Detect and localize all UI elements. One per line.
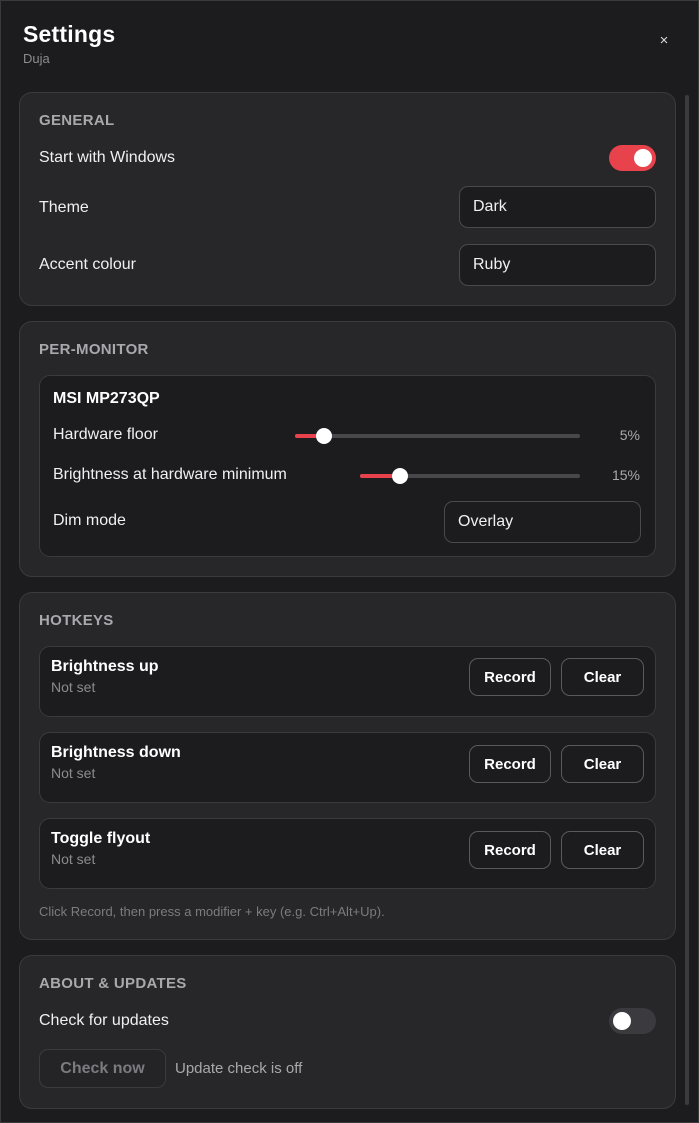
theme-select[interactable]: Dark xyxy=(459,186,656,228)
hotkeys-section-title: HOTKEYS xyxy=(39,612,114,629)
hotkey-status: Not set xyxy=(51,765,96,781)
about-section-title: ABOUT & UPDATES xyxy=(39,975,187,992)
start-with-windows-label: Start with Windows xyxy=(39,149,176,166)
brightness-min-slider[interactable] xyxy=(360,468,580,484)
dim-mode-value: Overlay xyxy=(458,513,514,530)
check-updates-label: Check for updates xyxy=(39,1012,169,1029)
monitor-panel: MSI MP273QP Hardware floor 5% Brightness… xyxy=(39,375,656,557)
close-icon[interactable]: × xyxy=(655,32,673,50)
slider-thumb[interactable] xyxy=(391,468,408,484)
slider-track xyxy=(295,434,580,438)
brightness-min-label: Brightness at hardware minimum xyxy=(53,466,287,483)
accent-colour-select[interactable]: Ruby xyxy=(459,244,656,286)
dim-mode-label: Dim mode xyxy=(53,512,126,529)
hardware-floor-slider[interactable] xyxy=(295,428,580,444)
hotkey-status: Not set xyxy=(51,679,96,695)
check-now-button[interactable]: Check now xyxy=(39,1049,166,1088)
settings-window: Settings Duja × GENERAL Start with Windo… xyxy=(0,0,699,1123)
check-updates-toggle[interactable] xyxy=(609,1008,656,1034)
per-monitor-card: PER-MONITOR MSI MP273QP Hardware floor 5… xyxy=(19,321,676,577)
hotkey-row: Brightness down Not set Record Clear xyxy=(39,732,656,803)
slider-thumb[interactable] xyxy=(315,428,332,444)
theme-value: Dark xyxy=(473,198,507,215)
app-name: Duja xyxy=(23,51,50,66)
monitor-name: MSI MP273QP xyxy=(53,390,160,407)
hardware-floor-value: 5% xyxy=(619,427,640,443)
record-button[interactable]: Record xyxy=(469,658,551,696)
about-card: ABOUT & UPDATES Check for updates Check … xyxy=(19,955,676,1109)
clear-button[interactable]: Clear xyxy=(561,745,644,783)
theme-label: Theme xyxy=(39,199,89,216)
hotkey-row: Brightness up Not set Record Clear xyxy=(39,646,656,717)
clear-button[interactable]: Clear xyxy=(561,658,644,696)
update-status: Update check is off xyxy=(175,1060,303,1077)
hotkey-name: Brightness down xyxy=(51,744,181,761)
accent-colour-value: Ruby xyxy=(473,256,511,273)
hotkey-row: Toggle flyout Not set Record Clear xyxy=(39,818,656,889)
dim-mode-select[interactable]: Overlay xyxy=(444,501,641,543)
general-card: GENERAL Start with Windows Theme Dark Ac… xyxy=(19,92,676,306)
start-with-windows-toggle[interactable] xyxy=(609,145,656,171)
hardware-floor-label: Hardware floor xyxy=(53,426,158,443)
page-title: Settings xyxy=(23,21,116,47)
scrollbar[interactable] xyxy=(685,95,689,1105)
toggle-knob xyxy=(613,1012,631,1030)
brightness-min-value: 15% xyxy=(611,467,640,483)
hotkey-hint: Click Record, then press a modifier + ke… xyxy=(39,904,385,919)
general-section-title: GENERAL xyxy=(39,112,115,129)
accent-colour-label: Accent colour xyxy=(39,256,136,273)
record-button[interactable]: Record xyxy=(469,745,551,783)
per-monitor-section-title: PER-MONITOR xyxy=(39,341,149,358)
hotkey-status: Not set xyxy=(51,851,96,867)
toggle-knob xyxy=(634,149,652,167)
hotkey-name: Toggle flyout xyxy=(51,830,151,847)
hotkeys-card: HOTKEYS Brightness up Not set Record Cle… xyxy=(19,592,676,940)
hotkey-name: Brightness up xyxy=(51,658,159,675)
clear-button[interactable]: Clear xyxy=(561,831,644,869)
record-button[interactable]: Record xyxy=(469,831,551,869)
